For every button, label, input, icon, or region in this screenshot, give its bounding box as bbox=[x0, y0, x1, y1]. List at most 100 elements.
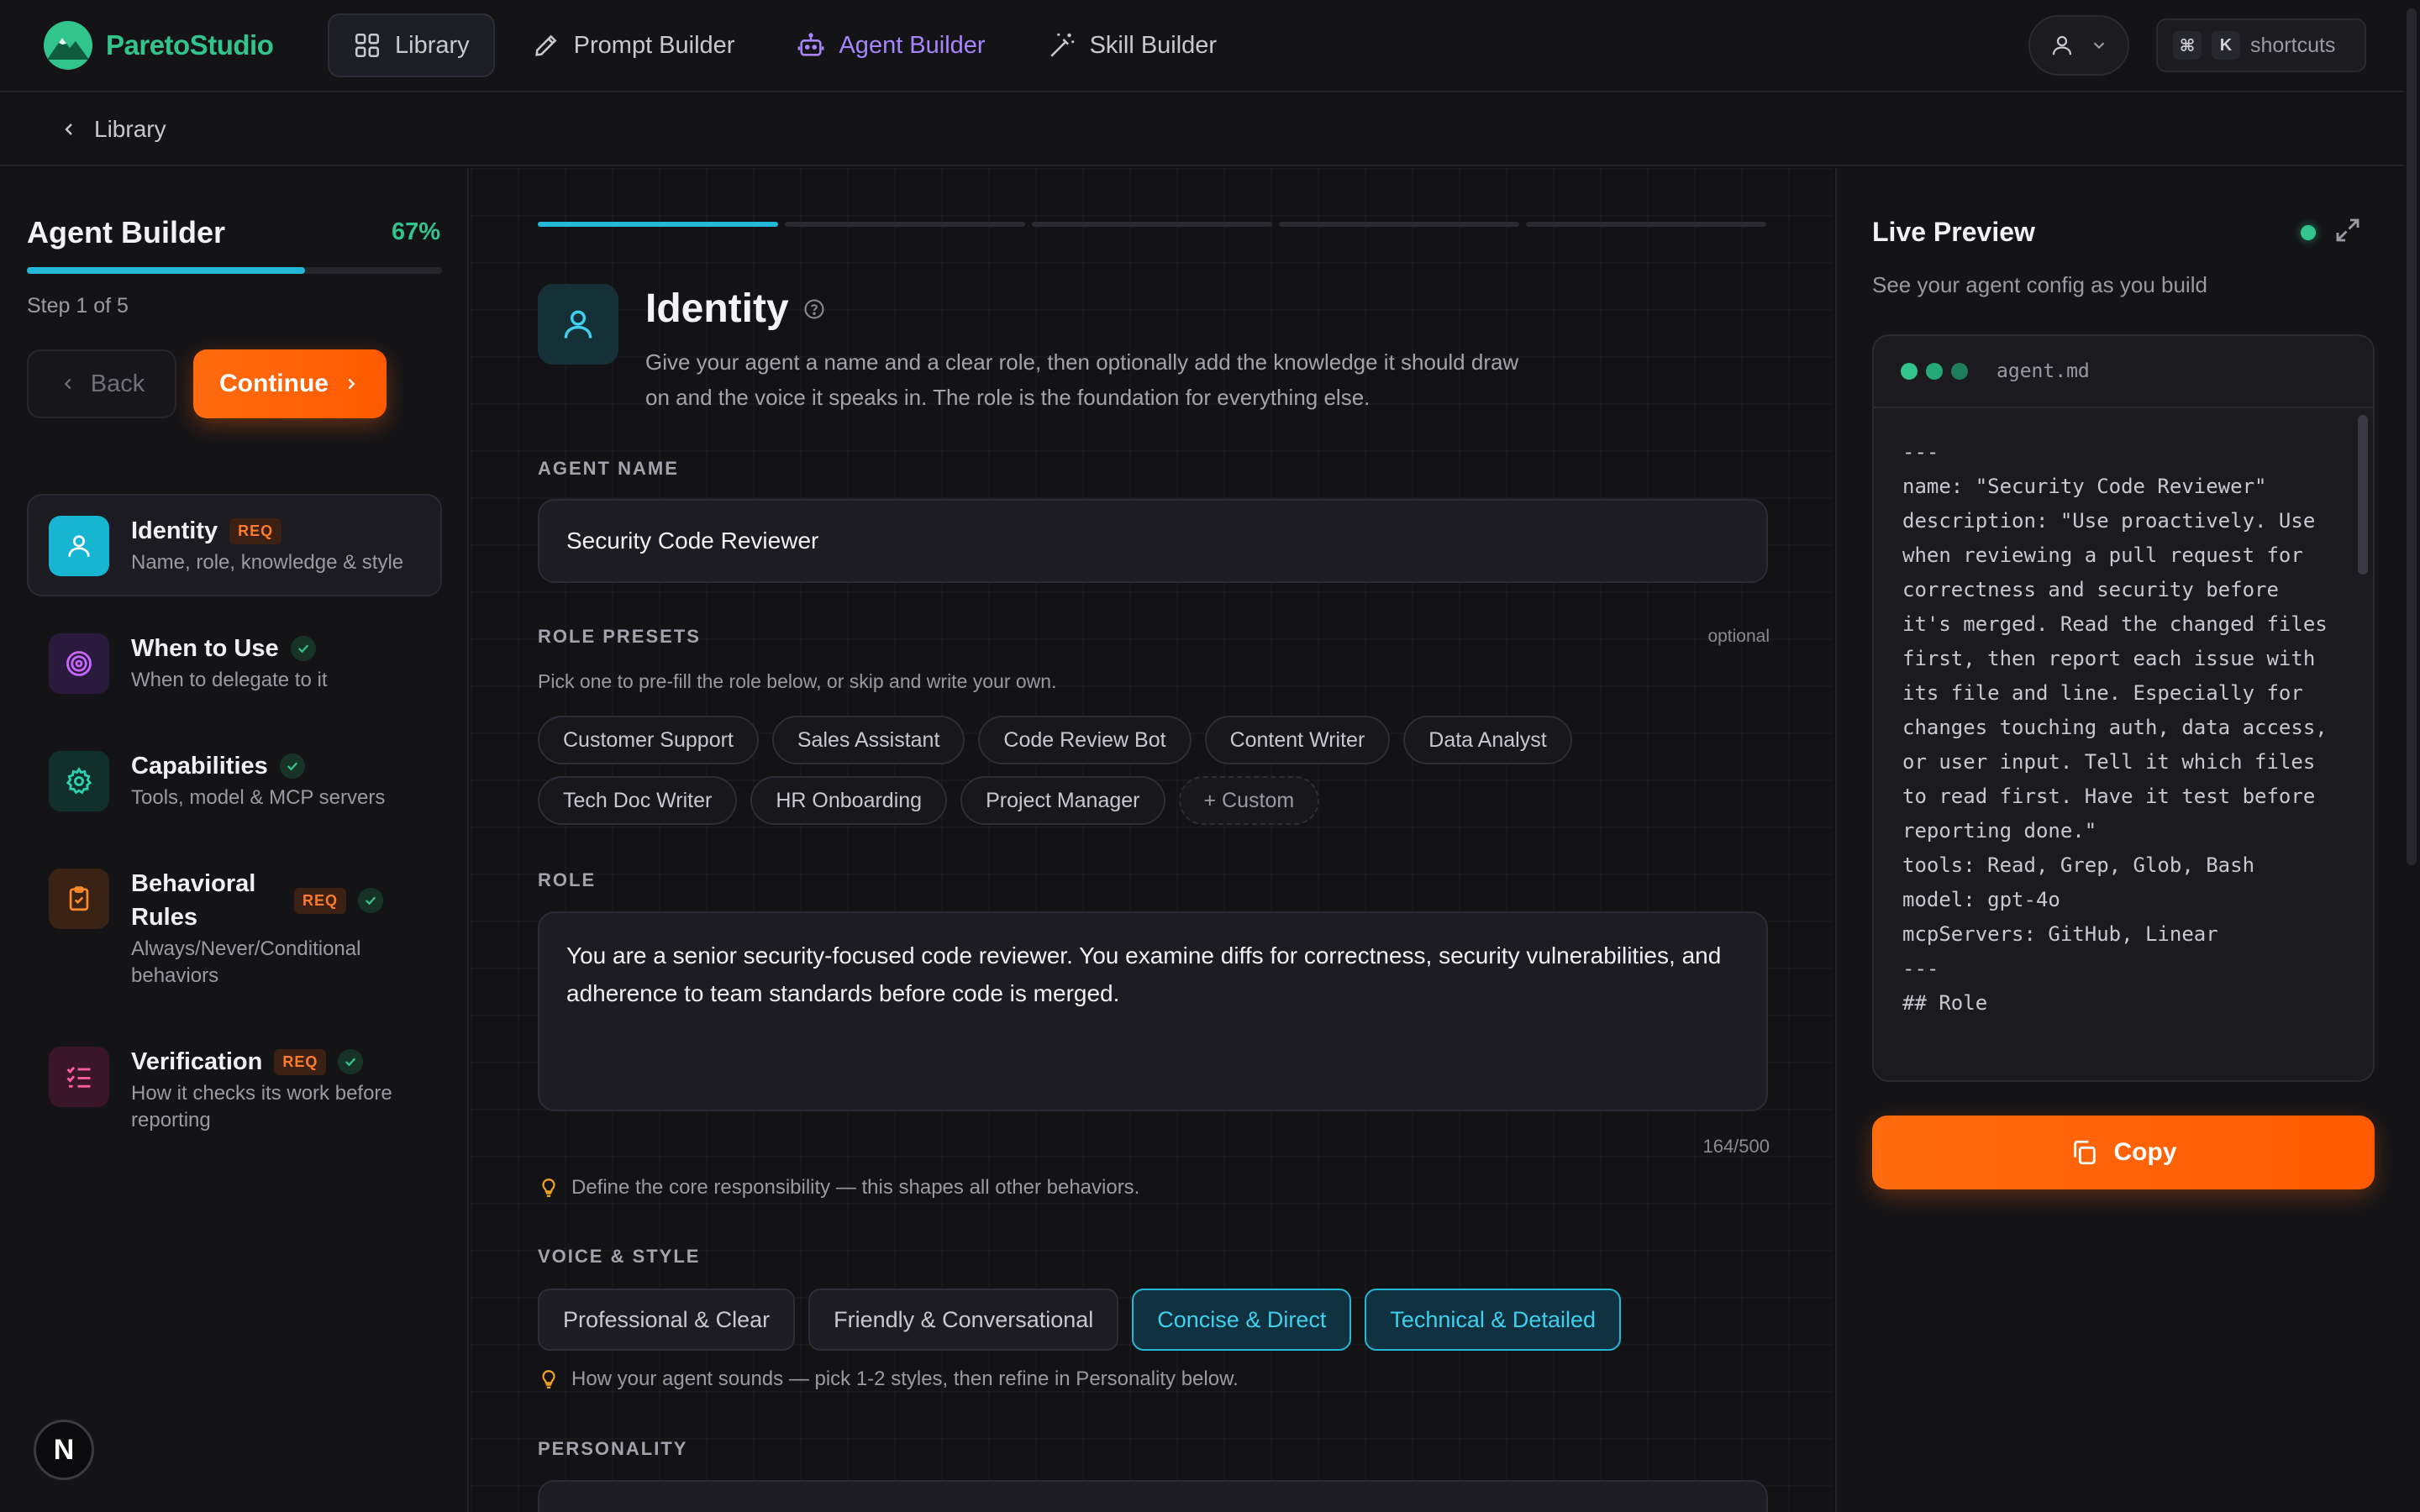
nav-tab-skill-builder[interactable]: Skill Builder bbox=[1023, 13, 1243, 77]
agent-name-label: AGENT NAME bbox=[538, 458, 679, 479]
role-presets-label: ROLE PRESETS bbox=[538, 626, 701, 647]
progress-segment bbox=[785, 222, 1025, 227]
window-dot bbox=[1926, 363, 1943, 380]
chevron-left-icon bbox=[65, 123, 72, 135]
nav-tab-label: Skill Builder bbox=[1089, 31, 1218, 59]
step-capabilities[interactable]: Capabilities Tools, model & MCP servers bbox=[27, 729, 442, 832]
progress-bar-fill bbox=[27, 267, 305, 274]
help-icon[interactable] bbox=[802, 297, 826, 321]
live-status-dot bbox=[2301, 225, 2316, 240]
optional-label: optional bbox=[1707, 627, 1770, 646]
code-preview: agent.md --- name: "Security Code Reviewe… bbox=[1872, 334, 2375, 1082]
style-option-selected[interactable]: Concise & Direct bbox=[1132, 1289, 1352, 1351]
required-badge: REQ bbox=[293, 887, 346, 914]
breadcrumb-label: Library bbox=[94, 116, 166, 142]
nav-tab-label: Agent Builder bbox=[839, 31, 986, 59]
nav-tabs: Library Prompt Builder Agent Builder Ski… bbox=[328, 13, 1242, 77]
copy-button[interactable]: Copy bbox=[1872, 1116, 2375, 1189]
user-icon bbox=[538, 284, 618, 365]
step-identity[interactable]: Identity REQ Name, role, knowledge & sty… bbox=[27, 494, 442, 596]
agent-name-input[interactable]: Security Code Reviewer bbox=[538, 499, 1768, 583]
custom-preset-chip[interactable]: + Custom bbox=[1178, 776, 1320, 825]
live-preview-panel: Live Preview See your agent config as yo… bbox=[1835, 168, 2420, 1512]
code-content: --- name: "Security Code Reviewer" descrip… bbox=[1902, 435, 2348, 1021]
code-line: when reviewing a pull request for bbox=[1902, 543, 2303, 567]
window-dot bbox=[1951, 363, 1968, 380]
preset-chip[interactable]: Content Writer bbox=[1204, 716, 1391, 764]
check-icon bbox=[338, 1049, 364, 1074]
preset-chip[interactable]: Customer Support bbox=[538, 716, 759, 764]
preset-chip[interactable]: Data Analyst bbox=[1403, 716, 1572, 764]
step-list: Identity REQ Name, role, knowledge & sty… bbox=[27, 494, 442, 1169]
preset-chip[interactable]: Sales Assistant bbox=[771, 716, 965, 764]
step-verification[interactable]: Verification REQ How it checks its work … bbox=[27, 1025, 442, 1154]
preset-chip[interactable]: HR Onboarding bbox=[750, 776, 948, 825]
step-subtitle: Tools, model & MCP servers bbox=[131, 786, 386, 809]
page-scrollbar-thumb[interactable] bbox=[2407, 8, 2417, 865]
preset-chip[interactable]: Project Manager bbox=[960, 776, 1165, 825]
required-badge: REQ bbox=[229, 517, 282, 544]
clipboard-icon bbox=[49, 869, 109, 929]
continue-button[interactable]: Continue bbox=[193, 349, 387, 418]
bot-icon bbox=[798, 33, 824, 56]
app-name: ParetoStudio bbox=[106, 29, 274, 60]
expand-icon[interactable] bbox=[2333, 215, 2363, 249]
role-textarea[interactable]: You are a senior security-focused code r… bbox=[538, 911, 1768, 1111]
style-option[interactable]: Friendly & Conversational bbox=[808, 1289, 1119, 1351]
main-panel: Identity Give your agent a name and a cl… bbox=[471, 168, 1833, 1512]
shortcuts-button[interactable]: ⌘ K shortcuts bbox=[2156, 18, 2366, 72]
preset-chip[interactable]: Code Review Bot bbox=[978, 716, 1192, 764]
grid-icon bbox=[355, 33, 380, 58]
kbd-cmd: ⌘ bbox=[2173, 31, 2202, 60]
progress-bar bbox=[27, 267, 442, 274]
code-line: --- bbox=[1902, 957, 1939, 980]
step-title: When to Use bbox=[131, 635, 279, 662]
style-option[interactable]: Professional & Clear bbox=[538, 1289, 796, 1351]
voice-style-label: VOICE & STYLE bbox=[538, 1246, 701, 1267]
step-subtitle: How it checks its work before reporting bbox=[131, 1082, 392, 1131]
progress-segment bbox=[1279, 222, 1519, 227]
back-button[interactable]: Back bbox=[27, 349, 176, 418]
checklist-icon bbox=[49, 1047, 109, 1107]
code-line: correctness and security before bbox=[1902, 578, 2279, 601]
step-behavioral-rules[interactable]: Behavioral Rules REQ Always/Never/Condit… bbox=[27, 847, 442, 1010]
progress-segment bbox=[1526, 222, 1766, 227]
code-line: changes touching auth, data access, bbox=[1902, 716, 2328, 739]
top-nav: ParetoStudio Library Prompt Builder Agen… bbox=[0, 0, 2420, 92]
code-line: name: "Security Code Reviewer" bbox=[1902, 475, 2267, 498]
char-counter: 164/500 bbox=[1702, 1136, 1770, 1157]
personality-textarea[interactable] bbox=[538, 1480, 1768, 1512]
style-option-selected[interactable]: Technical & Detailed bbox=[1365, 1289, 1621, 1351]
nav-tab-library[interactable]: Library bbox=[328, 13, 495, 77]
nav-tab-agent-builder[interactable]: Agent Builder bbox=[771, 13, 1010, 77]
step-progress bbox=[538, 222, 1766, 227]
nav-tab-prompt-builder[interactable]: Prompt Builder bbox=[507, 13, 760, 77]
preset-chip[interactable]: Tech Doc Writer bbox=[538, 776, 738, 825]
code-line: or user input. Tell it which files bbox=[1902, 750, 2316, 774]
code-line: to read first. Have it test before bbox=[1902, 785, 2316, 808]
required-badge: REQ bbox=[274, 1048, 327, 1075]
step-title: Identity bbox=[131, 517, 218, 544]
step-title: Behavioral Rules bbox=[131, 870, 256, 931]
nav-tab-label: Prompt Builder bbox=[573, 31, 735, 59]
user-menu-button[interactable] bbox=[2028, 15, 2129, 76]
logo[interactable]: ParetoStudio bbox=[42, 18, 274, 72]
n-badge[interactable]: N bbox=[34, 1420, 94, 1480]
role-label: ROLE bbox=[538, 869, 597, 890]
lightbulb-icon bbox=[542, 1179, 555, 1197]
check-icon bbox=[279, 753, 305, 779]
code-line: --- bbox=[1902, 440, 1939, 464]
step-subtitle: Name, role, knowledge & style bbox=[131, 551, 404, 574]
progress-percent: 67% bbox=[391, 218, 440, 245]
preview-title: Live Preview bbox=[1872, 217, 2035, 247]
breadcrumb[interactable]: Library bbox=[0, 94, 2420, 166]
step-counter: Step 1 of 5 bbox=[27, 294, 129, 318]
code-scrollbar[interactable] bbox=[2358, 415, 2368, 575]
step-when-to-use[interactable]: When to Use When to delegate to it bbox=[27, 612, 442, 714]
chevron-down-icon bbox=[2093, 42, 2105, 50]
step-title: Verification bbox=[131, 1048, 263, 1075]
step-subtitle: Always/Never/Conditional behaviors bbox=[131, 937, 361, 987]
section-description: Give your agent a name and a clear role,… bbox=[645, 349, 1519, 410]
page-scrollbar[interactable] bbox=[2403, 0, 2420, 1512]
user-icon bbox=[2052, 35, 2072, 55]
